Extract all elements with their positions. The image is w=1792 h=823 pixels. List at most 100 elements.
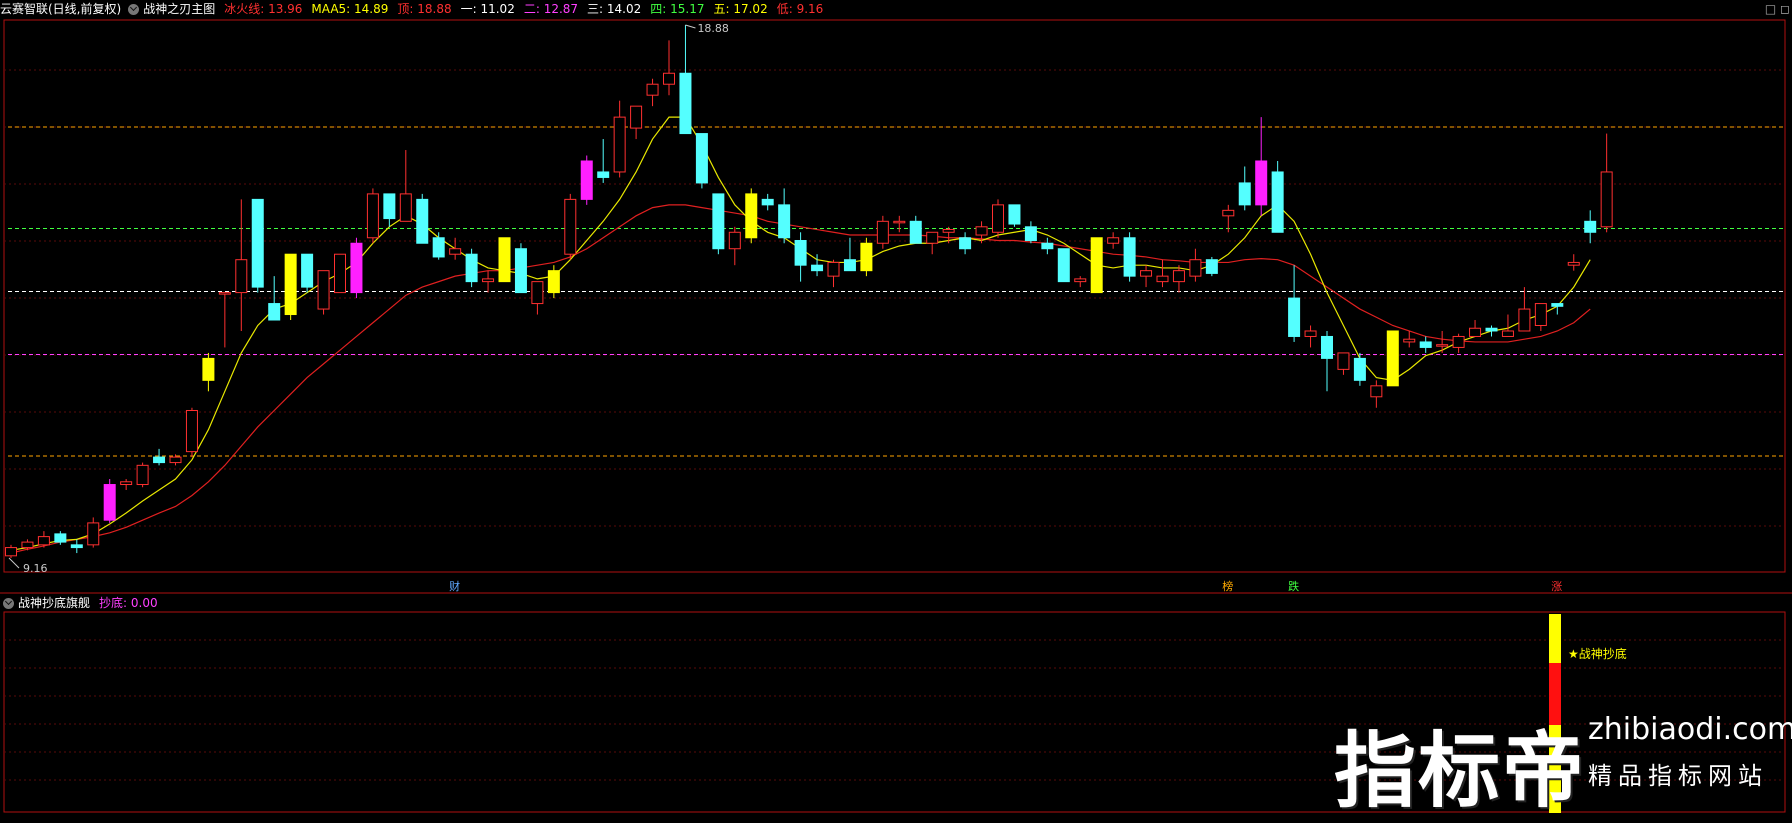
candle-body	[630, 105, 643, 129]
candle-body	[1008, 204, 1021, 225]
candle-body	[992, 204, 1004, 233]
candle-body	[1255, 160, 1268, 206]
candle-body	[465, 253, 478, 283]
candle-body	[1436, 344, 1449, 347]
candle-body	[1140, 270, 1153, 277]
candle-body	[1090, 237, 1103, 294]
candle-body	[5, 547, 17, 557]
signal-bar-yellow-top	[1549, 614, 1561, 663]
watermark-subtitle: 精品指标网站	[1588, 762, 1768, 790]
candle-body	[87, 522, 100, 546]
candle-body	[1534, 303, 1547, 326]
candle-body	[366, 193, 379, 239]
candle-body	[778, 204, 791, 239]
marker-跌: 跌	[1288, 579, 1299, 593]
candle-body	[531, 281, 544, 305]
candle-body	[794, 240, 807, 266]
candle-body	[1271, 171, 1284, 233]
candle-body	[449, 248, 462, 255]
marker-涨: 涨	[1551, 580, 1562, 593]
candle-body	[1386, 330, 1399, 387]
candle-body	[893, 220, 906, 224]
candle-body	[1288, 297, 1301, 337]
candle-body	[679, 72, 692, 135]
candle-body	[268, 303, 281, 321]
candle-body	[251, 198, 264, 288]
watermark-logo: 指标帝 zhibiaodi.com 精品指标网站	[1330, 700, 1792, 819]
candle-body	[712, 193, 725, 250]
watermark-big-text: 指标帝	[1334, 724, 1587, 819]
candle-body	[1057, 248, 1070, 283]
candle-body	[1238, 182, 1251, 206]
marker-榜: 榜	[1222, 579, 1233, 593]
candle-body	[1551, 303, 1564, 307]
candle-body	[1024, 226, 1037, 242]
candle-body	[1353, 357, 1366, 381]
candle-body	[1584, 220, 1597, 233]
candle-body	[613, 116, 626, 173]
candle-body	[1485, 327, 1498, 332]
candle-body	[959, 237, 972, 250]
candle-body	[1337, 352, 1350, 370]
candle-body	[646, 83, 659, 96]
candle-body	[218, 292, 231, 295]
candle-body	[1419, 341, 1432, 348]
candle-body	[1107, 237, 1120, 244]
candle-body	[1370, 385, 1383, 398]
ma-yellow-line	[10, 116, 1591, 551]
candle-body	[383, 193, 396, 220]
candle-body	[120, 481, 133, 486]
candle-body	[1469, 327, 1482, 337]
candle-body	[432, 237, 445, 258]
candle-body	[350, 242, 363, 294]
candle-body	[202, 357, 215, 381]
candle-body	[843, 259, 856, 272]
candle-body	[301, 253, 314, 288]
candlestick-chart[interactable]: 18.88 9.16 财 榜 跌 涨 ★战神抄底	[0, 0, 1792, 815]
high-label: 18.88	[697, 22, 729, 35]
candle-body	[597, 171, 610, 178]
candle-body	[498, 237, 511, 283]
candle-body	[1205, 259, 1218, 274]
candle-body	[334, 253, 346, 294]
candle-body	[1501, 330, 1514, 337]
candle-body	[284, 253, 297, 316]
candle-body	[169, 456, 182, 464]
candle-body	[975, 226, 988, 236]
low-pointer	[8, 557, 20, 569]
candle-body	[695, 133, 708, 184]
candle-body	[1074, 278, 1087, 283]
candle-body	[1172, 270, 1185, 283]
candle-body	[1304, 330, 1317, 337]
candle-body	[860, 242, 873, 272]
candle-body	[185, 409, 198, 453]
candle-body	[1321, 335, 1333, 359]
candle-body	[21, 541, 34, 549]
candle-body	[416, 198, 429, 244]
candle-body	[136, 464, 149, 486]
candle-body	[728, 231, 741, 250]
candle-body	[1222, 209, 1235, 217]
candle-body	[811, 264, 824, 272]
candle-body	[827, 261, 840, 277]
marker-财: 财	[449, 579, 460, 593]
candle-body	[235, 259, 248, 294]
candle-body	[547, 270, 560, 294]
high-pointer	[685, 24, 696, 29]
candle-body	[926, 231, 939, 244]
candle-body	[745, 193, 758, 239]
candle-body	[153, 456, 166, 464]
candle-body	[564, 198, 577, 255]
candle-body	[942, 229, 955, 233]
candle-body	[876, 220, 889, 244]
watermark-url: zhibiaodi.com	[1588, 712, 1792, 747]
candle-body	[1518, 308, 1531, 332]
low-label: 9.16	[23, 562, 48, 575]
candle-body	[1567, 261, 1580, 266]
candle-body	[1452, 335, 1465, 348]
candle-body	[580, 160, 593, 200]
candle-body	[1123, 237, 1136, 277]
candle-body	[70, 544, 83, 549]
candle-body	[54, 533, 67, 543]
candle-body	[1403, 338, 1416, 343]
